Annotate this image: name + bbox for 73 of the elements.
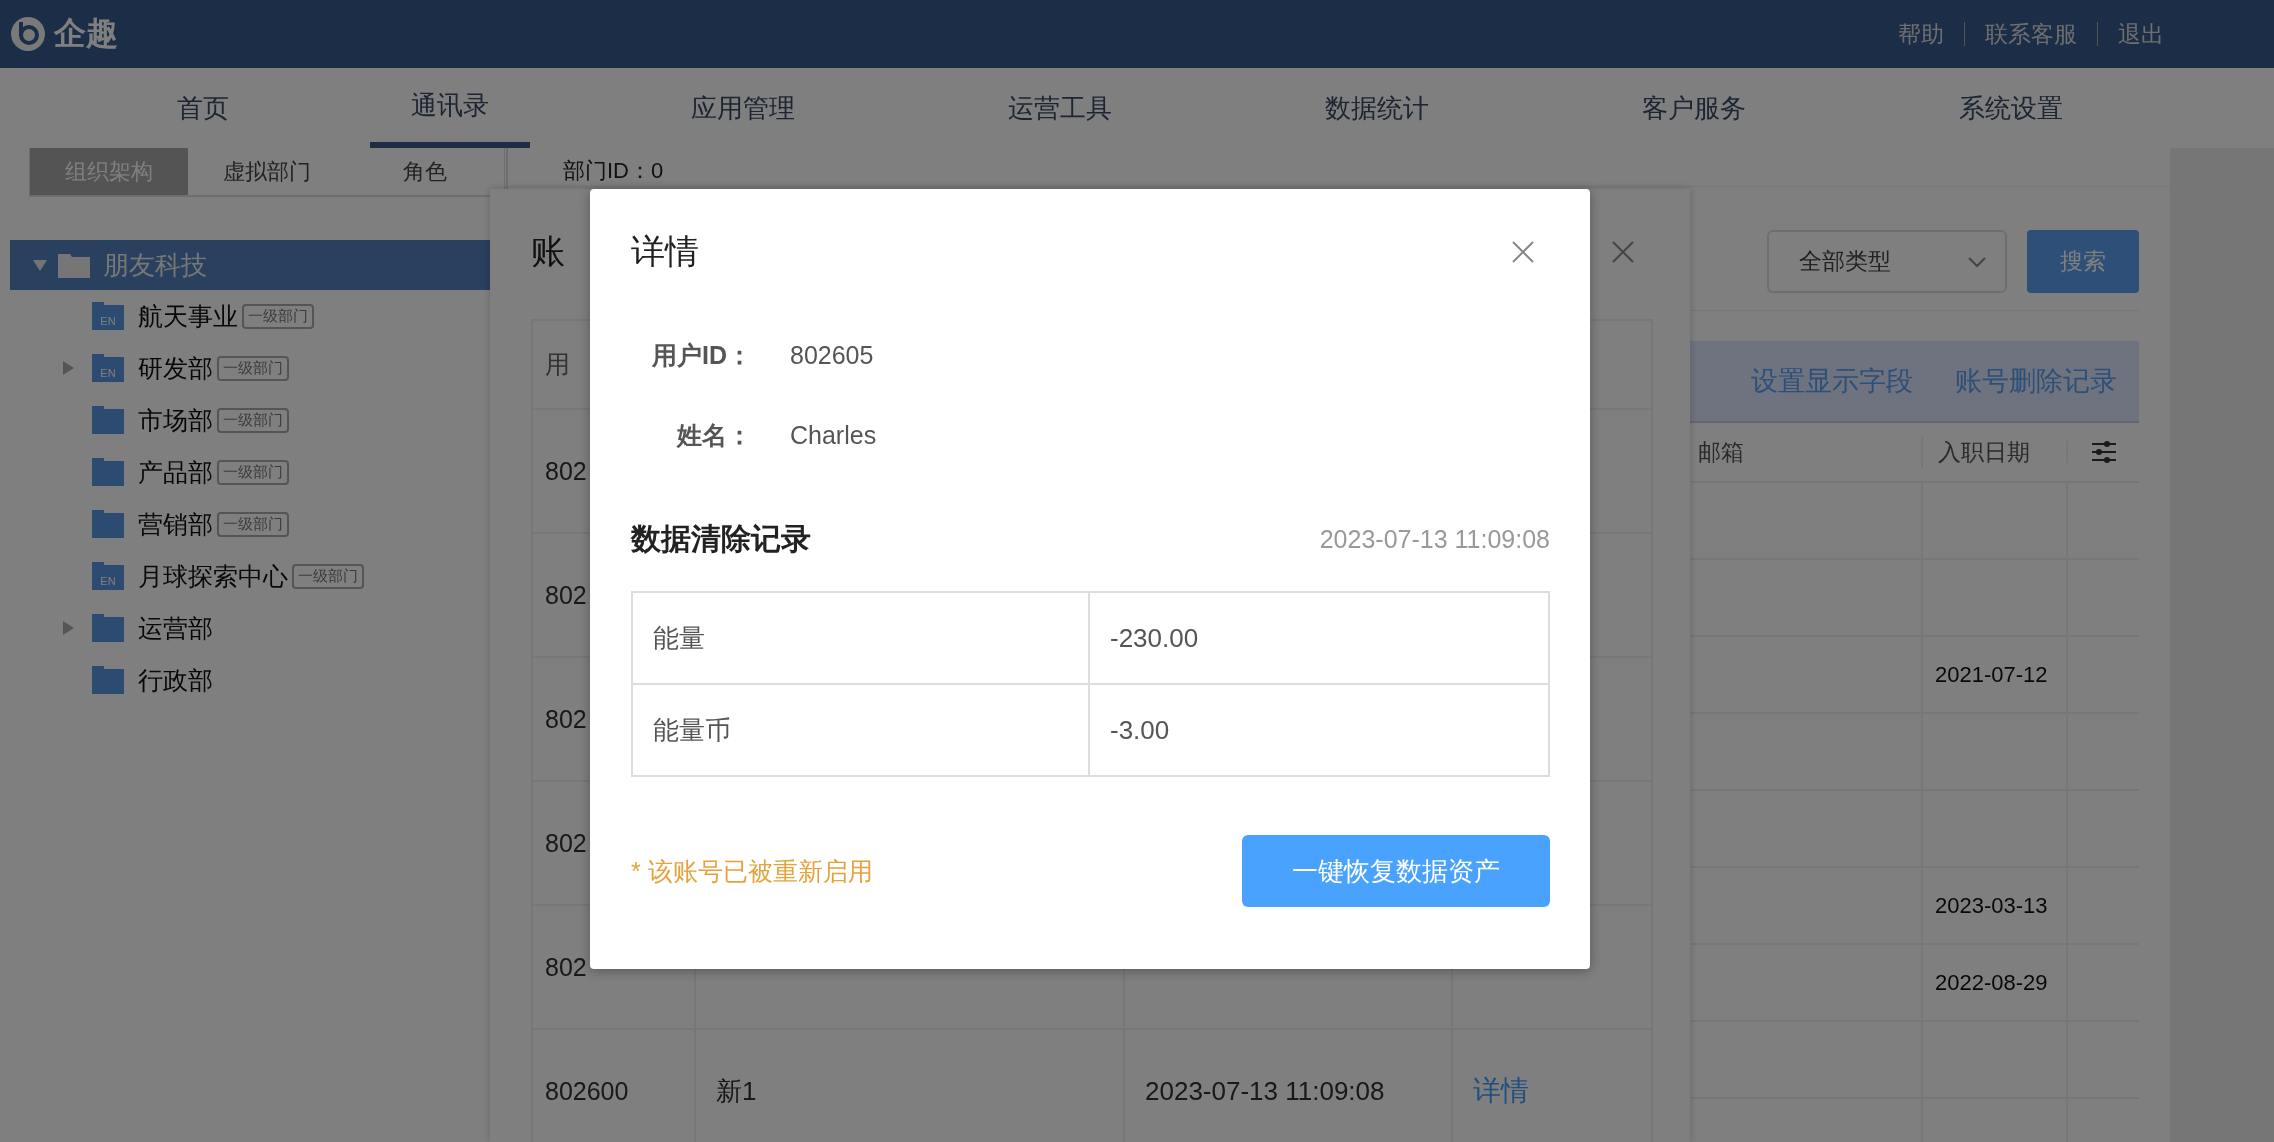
nav-tab[interactable]: 运营工具 (980, 68, 1140, 148)
table-cell: 2021-07-12 (1935, 661, 2048, 688)
header-link[interactable]: 联系客服 (1985, 18, 2077, 50)
column-header: 入职日期 (1938, 438, 2030, 465)
settings-sliders-icon[interactable] (2091, 441, 2116, 463)
tree-item-label: 产品部 (138, 456, 213, 488)
tree-item-label: 研发部 (138, 352, 213, 384)
tree-item-label: 运营部 (138, 612, 213, 644)
tree-item-label: 朋友科技 (103, 248, 207, 282)
caret-down-icon[interactable] (32, 257, 48, 273)
search-button[interactable]: 搜索 (2027, 230, 2139, 293)
table-cell: 2023-07-13 11:09:08 (1145, 1075, 1385, 1107)
nav-tab[interactable]: 系统设置 (1931, 68, 2091, 148)
status-note: * 该账号已被重新启用 (631, 855, 873, 887)
header-link[interactable]: 帮助 (1898, 18, 1944, 50)
column-header: 邮箱 (1698, 438, 1744, 465)
en-folder-icon: EN (92, 302, 124, 330)
nav-tab[interactable]: 客户服务 (1614, 68, 1774, 148)
header-link[interactable]: 退出 (2118, 18, 2164, 50)
chevron-down-icon (1967, 255, 1987, 268)
table-cell-text: 能量币 (653, 713, 731, 747)
table-cell: 802 (545, 828, 587, 858)
section-title: 数据清除记录 (631, 520, 811, 557)
table-cell: 802600 (545, 1076, 629, 1106)
close-icon[interactable] (1612, 240, 1634, 263)
field-value: Charles (790, 420, 877, 450)
table-cell: 2023-03-13 (1935, 892, 2048, 919)
caret-right-icon[interactable] (60, 360, 76, 376)
tree-item-label: 航天事业 (138, 300, 238, 332)
folder-icon (92, 614, 124, 642)
nav-tab[interactable]: 数据统计 (1297, 68, 1457, 148)
folder-icon (92, 666, 124, 694)
table-cell: 802 (545, 580, 587, 610)
close-icon[interactable] (1512, 241, 1534, 263)
tree-item-label: 市场部 (138, 404, 213, 436)
field-label: 用户ID： (651, 339, 752, 371)
en-folder-icon: EN (92, 562, 124, 590)
field-value: 802605 (790, 340, 874, 370)
sidebar-tab[interactable]: 虚拟部门 (188, 148, 346, 195)
tree-item-label: 行政部 (138, 664, 213, 696)
table-cell: -3.00 (1110, 714, 1170, 746)
nav-tab[interactable]: 应用管理 (663, 68, 823, 148)
restore-button[interactable]: 一键恢复数据资产 (1242, 835, 1550, 907)
caret-right-icon[interactable] (60, 620, 76, 636)
folder-icon (92, 510, 124, 538)
folder-icon (92, 406, 124, 434)
field-label: 姓名： (675, 419, 752, 451)
dialog-title: 详情 (631, 231, 699, 272)
timestamp: 2023-07-13 11:09:08 (1319, 524, 1550, 554)
tree-item-label: 月球探索中心 (138, 560, 288, 592)
table-cell: -230.00 (1110, 622, 1199, 654)
nav-tab[interactable]: 首页 (123, 68, 283, 148)
table-cell-text: 能量 (653, 621, 705, 655)
tree-item[interactable]: 行政部 (10, 654, 506, 706)
table-cell: 802 (545, 456, 587, 486)
table-cell-text: 新1 (716, 1074, 757, 1108)
en-folder-icon: EN (92, 354, 124, 382)
dialog-title: 账 (531, 230, 565, 272)
tree-item[interactable]: 运营部 (10, 602, 506, 654)
sidebar-tab[interactable]: 角色 (346, 148, 504, 195)
logo-icon (10, 16, 46, 52)
table-cell: 802 (545, 704, 587, 734)
column-header: 用 (545, 349, 570, 380)
logo-text: 企趣 (54, 14, 118, 53)
table-cell: 2022-08-29 (1935, 969, 2048, 996)
tree-item-label: 营销部 (138, 508, 213, 540)
tree-item[interactable]: 朋友科技 (10, 240, 490, 290)
department-id: 部门ID：0 (563, 157, 664, 185)
table-cell: 802 (545, 952, 587, 982)
folder-icon (58, 252, 90, 278)
type-dropdown[interactable]: 全部类型 (1767, 230, 2007, 293)
details-link[interactable]: 详情 (1473, 1072, 1529, 1110)
folder-icon (92, 458, 124, 486)
